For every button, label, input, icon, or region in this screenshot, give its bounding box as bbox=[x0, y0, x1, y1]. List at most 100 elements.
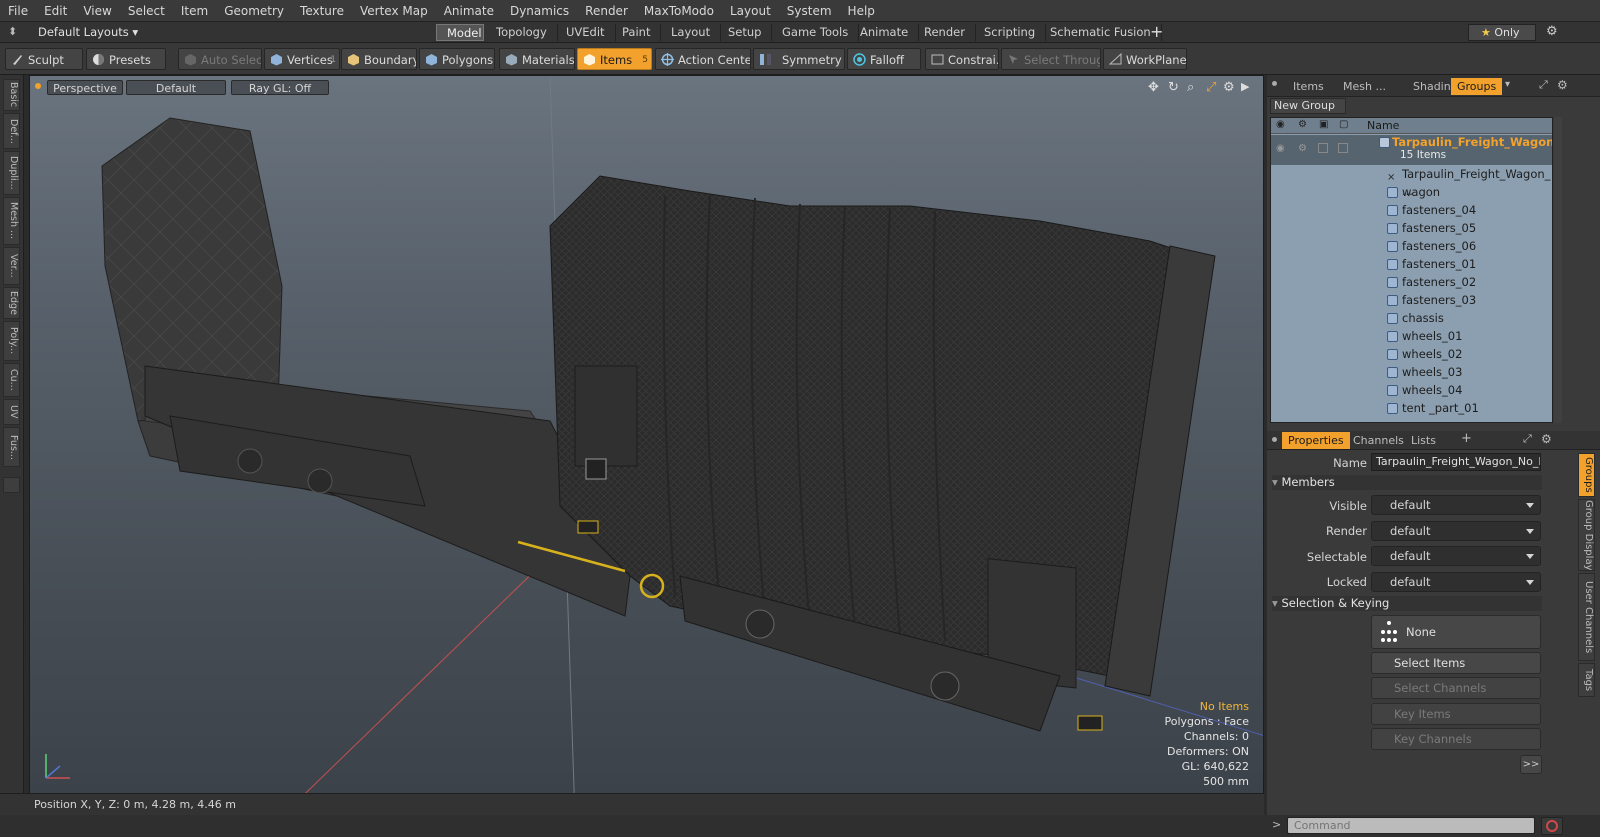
render-icon[interactable]: ⚙ bbox=[1298, 119, 1307, 130]
constraints-button[interactable]: Constrai... bbox=[925, 48, 999, 70]
locked-dropdown[interactable]: default bbox=[1371, 572, 1541, 592]
action-center-button[interactable]: Action Center bbox=[655, 48, 751, 70]
rtab-tags[interactable]: Tags bbox=[1578, 663, 1595, 697]
boundary-button[interactable]: Boundary bbox=[341, 48, 417, 70]
more-button[interactable]: >> bbox=[1520, 755, 1542, 774]
list-item[interactable]: tent _part_01 bbox=[1271, 400, 1552, 417]
left-tab-more[interactable] bbox=[3, 477, 20, 493]
tab-items[interactable]: Items bbox=[1287, 78, 1330, 95]
menu-animate[interactable]: Animate bbox=[436, 0, 502, 22]
render-toggle-icon[interactable]: ⚙ bbox=[1298, 143, 1307, 154]
tab-setup[interactable]: Setup bbox=[718, 24, 773, 41]
menu-geometry[interactable]: Geometry bbox=[216, 0, 292, 22]
list-item[interactable]: wheels_03 bbox=[1271, 364, 1552, 381]
group-row[interactable]: ◉ ⚙ Tarpaulin_Freight_Wagon... 15 Items bbox=[1271, 135, 1552, 165]
eye-icon[interactable]: ◉ bbox=[1276, 119, 1285, 130]
rtab-groups[interactable]: Groups bbox=[1578, 453, 1595, 497]
list-item[interactable]: wheels_01 bbox=[1271, 328, 1552, 345]
list-item[interactable]: wagon bbox=[1271, 184, 1552, 201]
symmetry-button[interactable]: Symmetry bbox=[753, 48, 845, 70]
list-item[interactable]: chassis bbox=[1271, 310, 1552, 327]
list-item[interactable]: fasteners_02 bbox=[1271, 274, 1552, 291]
lock-icon[interactable]: ▢ bbox=[1339, 119, 1348, 130]
menu-item[interactable]: Item bbox=[173, 0, 216, 22]
lock-toggle[interactable] bbox=[1338, 143, 1348, 153]
select-items-button[interactable]: Select Items bbox=[1371, 652, 1541, 674]
panel-gear-icon[interactable]: ⚙ bbox=[1557, 78, 1568, 92]
shading-default-button[interactable]: Default bbox=[126, 80, 226, 95]
select-icon[interactable]: ▣ bbox=[1319, 119, 1328, 130]
new-group-button[interactable]: New Group bbox=[1270, 98, 1346, 114]
tab-lists[interactable]: Lists bbox=[1405, 432, 1442, 449]
left-tab-basic[interactable]: Basic bbox=[3, 79, 20, 111]
list-item[interactable]: wheels_02 bbox=[1271, 346, 1552, 363]
menu-select[interactable]: Select bbox=[120, 0, 173, 22]
left-tab-duplicate[interactable]: Dupli... bbox=[3, 151, 20, 195]
tab-mesh[interactable]: Mesh ... bbox=[1337, 78, 1392, 95]
left-tab-fusion[interactable]: Fus... bbox=[3, 427, 20, 467]
left-tab-uv[interactable]: UV bbox=[3, 399, 20, 425]
rotate-icon[interactable]: ↻ bbox=[1168, 80, 1179, 95]
name-field[interactable]: Tarpaulin_Freight_Wagon_No_In bbox=[1371, 453, 1541, 471]
menu-dynamics[interactable]: Dynamics bbox=[502, 0, 577, 22]
left-tab-mesh[interactable]: Mesh ... bbox=[3, 197, 20, 245]
menu-view[interactable]: View bbox=[75, 0, 119, 22]
panel-dot-icon[interactable] bbox=[1272, 437, 1277, 442]
only-toggle[interactable]: ★ Only bbox=[1468, 24, 1536, 41]
rtab-group-display[interactable]: Group Display bbox=[1578, 499, 1595, 571]
viewport-gear-icon[interactable]: ⚙ bbox=[1223, 80, 1235, 95]
left-tab-vertex[interactable]: Ver... bbox=[3, 247, 20, 285]
menu-render[interactable]: Render bbox=[577, 0, 636, 22]
key-channels-button[interactable]: Key Channels bbox=[1371, 728, 1541, 750]
tree-scrollbar[interactable] bbox=[1554, 117, 1562, 423]
list-item[interactable]: fasteners_01 bbox=[1271, 256, 1552, 273]
left-tab-curve[interactable]: Cu... bbox=[3, 363, 20, 397]
polygons-button[interactable]: Polygons bbox=[419, 48, 495, 70]
visible-dropdown[interactable]: default bbox=[1371, 495, 1541, 515]
render-dropdown[interactable]: default bbox=[1371, 521, 1541, 541]
tab-channels[interactable]: Channels bbox=[1347, 432, 1410, 449]
pan-icon[interactable]: ✥ bbox=[1148, 80, 1159, 95]
panel-dot-icon[interactable] bbox=[1272, 81, 1277, 86]
menu-edit[interactable]: Edit bbox=[36, 0, 75, 22]
panel-gear-icon[interactable]: ⚙ bbox=[1541, 432, 1552, 446]
menu-file[interactable]: File bbox=[0, 0, 36, 22]
sculpt-button[interactable]: Sculpt bbox=[5, 48, 83, 70]
vertices-button[interactable]: Vertices 1 bbox=[264, 48, 340, 70]
visibility-eye-icon[interactable]: ◉ bbox=[1276, 143, 1285, 154]
items-button[interactable]: Items 5 bbox=[577, 48, 652, 70]
tab-paint[interactable]: Paint bbox=[612, 24, 662, 41]
3d-viewport[interactable]: Perspective Default Ray GL: Off ✥ ↻ ⌕ ⤢ … bbox=[29, 75, 1264, 817]
selectable-toggle[interactable] bbox=[1318, 143, 1328, 153]
falloff-button[interactable]: Falloff bbox=[847, 48, 921, 70]
selectable-dropdown[interactable]: default bbox=[1371, 546, 1541, 566]
tab-groups[interactable]: Groups bbox=[1451, 78, 1503, 95]
tab-schematic-fusion[interactable]: Schematic Fusion bbox=[1040, 24, 1162, 41]
tab-layout[interactable]: Layout bbox=[661, 24, 722, 41]
tab-uvedit[interactable]: UVEdit bbox=[556, 24, 616, 41]
expand-icon[interactable]: ⤢ bbox=[1523, 432, 1532, 446]
list-item[interactable]: fasteners_06 bbox=[1271, 238, 1552, 255]
view-perspective-button[interactable]: Perspective bbox=[47, 80, 123, 95]
add-tab-icon[interactable]: + bbox=[1150, 22, 1163, 41]
collapse-icon[interactable]: ⬍ bbox=[8, 25, 17, 38]
tab-topology[interactable]: Topology bbox=[486, 24, 558, 41]
zoom-icon[interactable]: ⌕ bbox=[1187, 80, 1194, 95]
none-button[interactable]: None bbox=[1371, 615, 1541, 649]
menu-help[interactable]: Help bbox=[840, 0, 883, 22]
list-item[interactable]: fasteners_04 bbox=[1271, 202, 1552, 219]
materials-button[interactable]: Materials bbox=[499, 48, 575, 70]
auto-select-button[interactable]: Auto Select bbox=[178, 48, 262, 70]
workplane-button[interactable]: WorkPlane bbox=[1103, 48, 1187, 70]
gear-icon[interactable]: ⚙ bbox=[1546, 24, 1558, 39]
add-tab-icon[interactable]: + bbox=[1461, 431, 1472, 446]
expand-icon[interactable]: ⤢ bbox=[1539, 78, 1548, 92]
left-tab-deform[interactable]: Def... bbox=[3, 113, 20, 149]
members-section[interactable]: ▾ Members bbox=[1272, 475, 1542, 490]
command-input[interactable] bbox=[1287, 817, 1535, 834]
list-item[interactable]: fasteners_05 bbox=[1271, 220, 1552, 237]
tab-animate[interactable]: Animate bbox=[850, 24, 920, 41]
menu-vertex-map[interactable]: Vertex Map bbox=[352, 0, 436, 22]
presets-button[interactable]: Presets bbox=[86, 48, 166, 70]
tab-game-tools[interactable]: Game Tools bbox=[772, 24, 860, 41]
